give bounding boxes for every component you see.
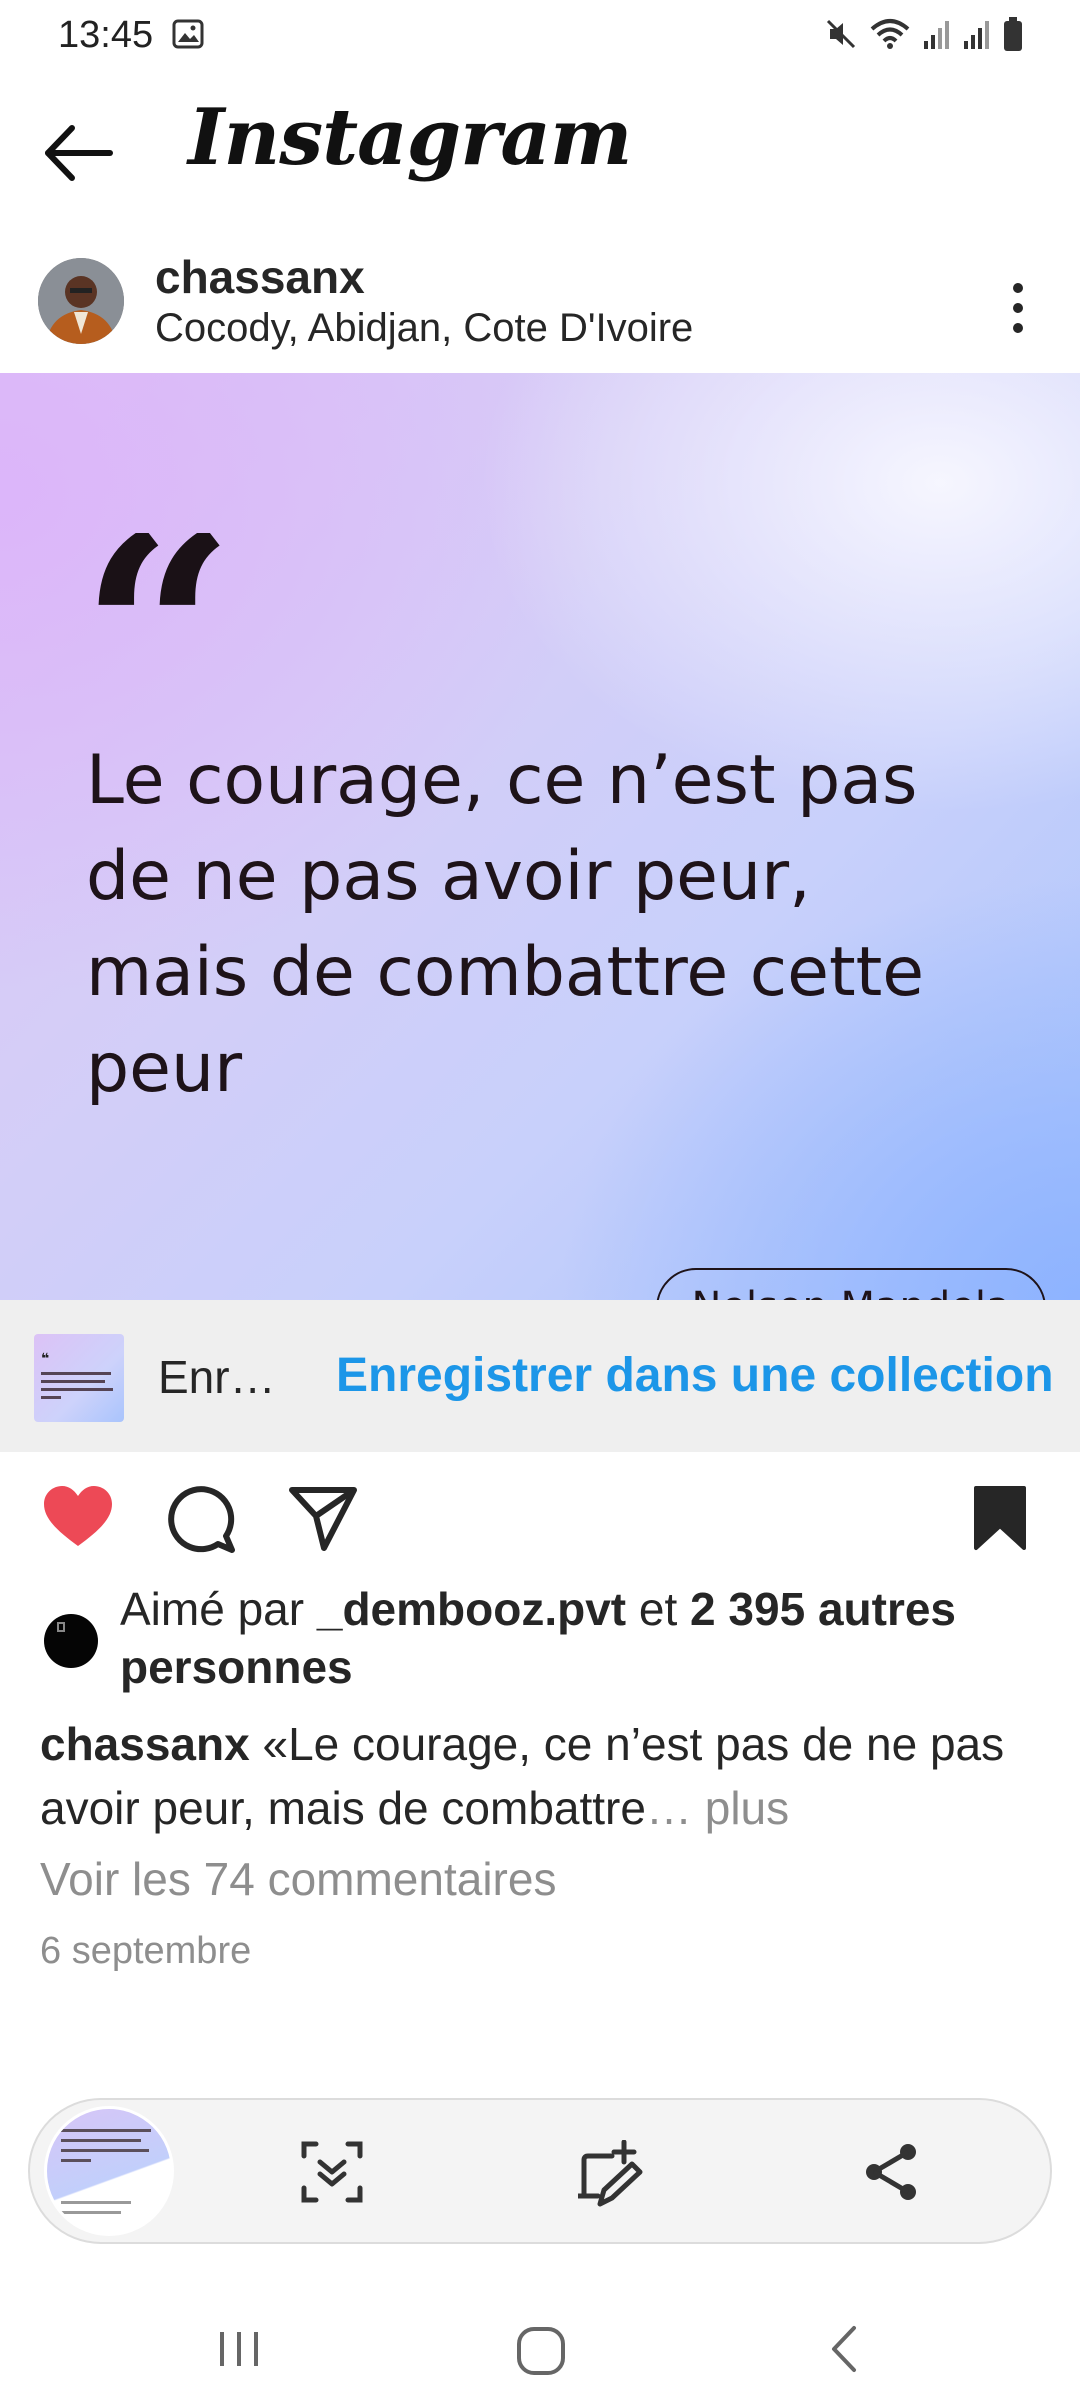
more-options-icon[interactable] — [1000, 276, 1036, 340]
system-nav-bar — [0, 2300, 1080, 2408]
post-location[interactable]: Cocody, Abidjan, Cote D'Ivoire — [155, 306, 693, 351]
caption-more-link[interactable]: … plus — [646, 1782, 789, 1834]
caption-author[interactable]: chassanx — [40, 1718, 250, 1770]
quote-mark: “ — [80, 533, 235, 663]
back-nav-icon[interactable] — [820, 2324, 870, 2374]
save-to-collection-bar: ❝ Enr… Enregistrer dans une collection — [0, 1300, 1080, 1452]
wifi-icon — [870, 19, 910, 49]
edit-draw-icon[interactable] — [578, 2140, 648, 2210]
liker-avatar[interactable] — [44, 1614, 98, 1668]
quote-author-tag: Nelson Mandela — [656, 1268, 1046, 1300]
scroll-capture-icon[interactable] — [300, 2140, 364, 2204]
share-send-icon[interactable] — [288, 1484, 358, 1554]
status-bar: 13:45 — [0, 0, 1080, 70]
bookmark-saved-icon[interactable] — [970, 1484, 1030, 1554]
home-icon[interactable] — [514, 2324, 568, 2378]
mute-icon — [826, 19, 856, 49]
liker-username[interactable]: _dembooz.pvt — [317, 1583, 626, 1635]
screenshot-thumbnail[interactable] — [44, 2106, 174, 2236]
post-header: chassanx Cocody, Abidjan, Cote D'Ivoire — [0, 240, 1080, 370]
top-bar: Instagram — [0, 80, 1080, 230]
quote-text: Le courage, ce n’est pas de ne pas avoir… — [86, 741, 925, 1108]
post-caption: chassanx «Le courage, ce n’est pas de ne… — [40, 1712, 1050, 1840]
post-actions — [0, 1470, 1080, 1570]
status-icons — [824, 14, 1024, 54]
likes-text[interactable]: Aimé par _dembooz.pvt et 2 395 autres pe… — [120, 1580, 1050, 1696]
like-heart-icon[interactable] — [42, 1484, 114, 1550]
signal-icon — [964, 21, 989, 49]
comment-icon[interactable] — [166, 1484, 236, 1554]
post-image[interactable]: “ Le courage, ce n’est pas de ne pas avo… — [0, 373, 1080, 1300]
post-date: 6 septembre — [40, 1930, 252, 1972]
instagram-logo: Instagram — [188, 92, 632, 183]
likes-summary: Aimé par _dembooz.pvt et 2 395 autres pe… — [0, 1580, 1080, 1700]
author-avatar[interactable] — [38, 258, 124, 344]
saved-label: Enr… — [158, 1351, 276, 1403]
save-to-collection-link[interactable]: Enregistrer dans une collection — [336, 1348, 1054, 1403]
saved-post-thumbnail: ❝ — [34, 1334, 124, 1422]
battery-icon — [1004, 17, 1022, 51]
signal-icon — [924, 21, 949, 49]
screenshot-toolbar — [28, 2098, 1052, 2244]
recent-apps-icon[interactable] — [214, 2324, 264, 2374]
back-arrow-icon[interactable] — [40, 118, 120, 188]
share-icon[interactable] — [860, 2140, 924, 2204]
view-comments-link[interactable]: Voir les 74 commentaires — [40, 1852, 556, 1906]
status-time: 13:45 — [58, 14, 154, 56]
gallery-icon — [172, 19, 204, 49]
post-author[interactable]: chassanx — [155, 250, 365, 304]
